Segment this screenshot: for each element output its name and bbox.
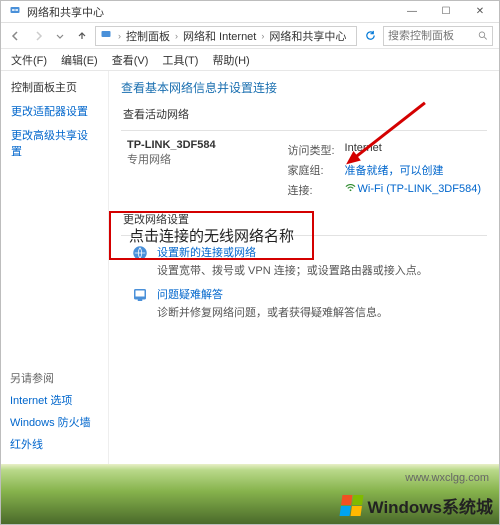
option-troubleshoot-desc: 诊断并修复网络问题，或者获得疑难解答信息。 (157, 304, 388, 320)
titlebar: 网络和共享中心 — ☐ ✕ (1, 1, 499, 23)
connection-link[interactable]: Wi-Fi (TP-LINK_3DF584) (341, 181, 485, 199)
related-link-internet-options[interactable]: Internet 选项 (10, 392, 91, 408)
chevron-right-icon: › (260, 31, 265, 41)
sidebar-link-adapter-settings[interactable]: 更改适配器设置 (11, 103, 98, 119)
troubleshoot-icon (131, 286, 149, 307)
main-content: 查看基本网络信息并设置连接 查看活动网络 TP-LINK_3DF584 专用网络… (109, 71, 499, 464)
app-icon (9, 4, 21, 19)
menubar: 文件(F) 编辑(E) 查看(V) 工具(T) 帮助(H) (1, 49, 499, 71)
menu-help[interactable]: 帮助(H) (212, 52, 249, 68)
option-troubleshoot: 问题疑难解答 诊断并修复网络问题，或者获得疑难解答信息。 (131, 286, 487, 320)
chevron-right-icon: › (117, 31, 122, 41)
breadcrumb-item[interactable]: 网络和 Internet (181, 28, 258, 44)
nav-forward-button[interactable] (29, 27, 47, 45)
connection-label: 连接: (283, 181, 338, 199)
desktop-background-footer: www.wxclgg.com Windows系统城 (1, 464, 499, 524)
brand-text: Windows系统城 (368, 493, 493, 518)
windows-logo-icon (339, 495, 363, 516)
annotation-callout: 点击连接的无线网络名称 (109, 211, 314, 260)
window-minimize-button[interactable]: — (395, 2, 429, 22)
breadcrumb-item[interactable]: 控制面板 (124, 28, 172, 44)
annotation-text: 点击连接的无线网络名称 (129, 228, 294, 245)
menu-edit[interactable]: 编辑(E) (61, 52, 98, 68)
page-title: 查看基本网络信息并设置连接 (121, 79, 487, 96)
related-link-infrared[interactable]: 红外线 (10, 436, 91, 452)
nav-up-button[interactable] (73, 27, 91, 45)
search-icon (478, 30, 488, 41)
menu-file[interactable]: 文件(F) (11, 52, 47, 68)
network-name: TP-LINK_3DF584 (127, 139, 216, 151)
menu-view[interactable]: 查看(V) (112, 52, 149, 68)
option-troubleshoot-link[interactable]: 问题疑难解答 (157, 286, 388, 302)
option-new-connection-desc: 设置宽带、拨号或 VPN 连接；或设置路由器或接入点。 (157, 262, 428, 278)
wifi-icon (345, 183, 358, 195)
chevron-right-icon: › (174, 31, 179, 41)
active-network-panel: TP-LINK_3DF584 专用网络 访问类型: Internet 家庭组: … (127, 139, 487, 201)
breadcrumb-icon (100, 28, 115, 43)
brand-watermark: Windows系统城 (341, 493, 493, 518)
watermark-url: www.wxclgg.com (405, 472, 489, 484)
nav-back-button[interactable] (7, 27, 25, 45)
breadcrumb-item[interactable]: 网络和共享中心 (267, 28, 348, 44)
network-profile: 专用网络 (127, 151, 216, 167)
breadcrumb[interactable]: › 控制面板 › 网络和 Internet › 网络和共享中心 (95, 26, 357, 46)
refresh-button[interactable] (361, 27, 379, 45)
window-maximize-button[interactable]: ☐ (429, 2, 463, 22)
window-close-button[interactable]: ✕ (463, 2, 497, 22)
homegroup-label: 家庭组: (283, 161, 338, 179)
related-link-firewall[interactable]: Windows 防火墙 (10, 414, 91, 430)
nav-history-button[interactable] (51, 27, 69, 45)
access-type-label: 访问类型: (283, 141, 338, 159)
search-input[interactable] (388, 30, 474, 42)
address-bar: › 控制面板 › 网络和 Internet › 网络和共享中心 (1, 23, 499, 49)
menu-tools[interactable]: 工具(T) (162, 52, 198, 68)
related-heading: 另请参阅 (10, 370, 91, 386)
related-section: 另请参阅 Internet 选项 Windows 防火墙 红外线 (10, 370, 91, 458)
sidebar-link-advanced-sharing[interactable]: 更改高级共享设置 (11, 127, 98, 159)
search-box[interactable] (383, 26, 493, 46)
sidebar-heading: 控制面板主页 (11, 79, 98, 95)
window-title: 网络和共享中心 (27, 4, 104, 20)
